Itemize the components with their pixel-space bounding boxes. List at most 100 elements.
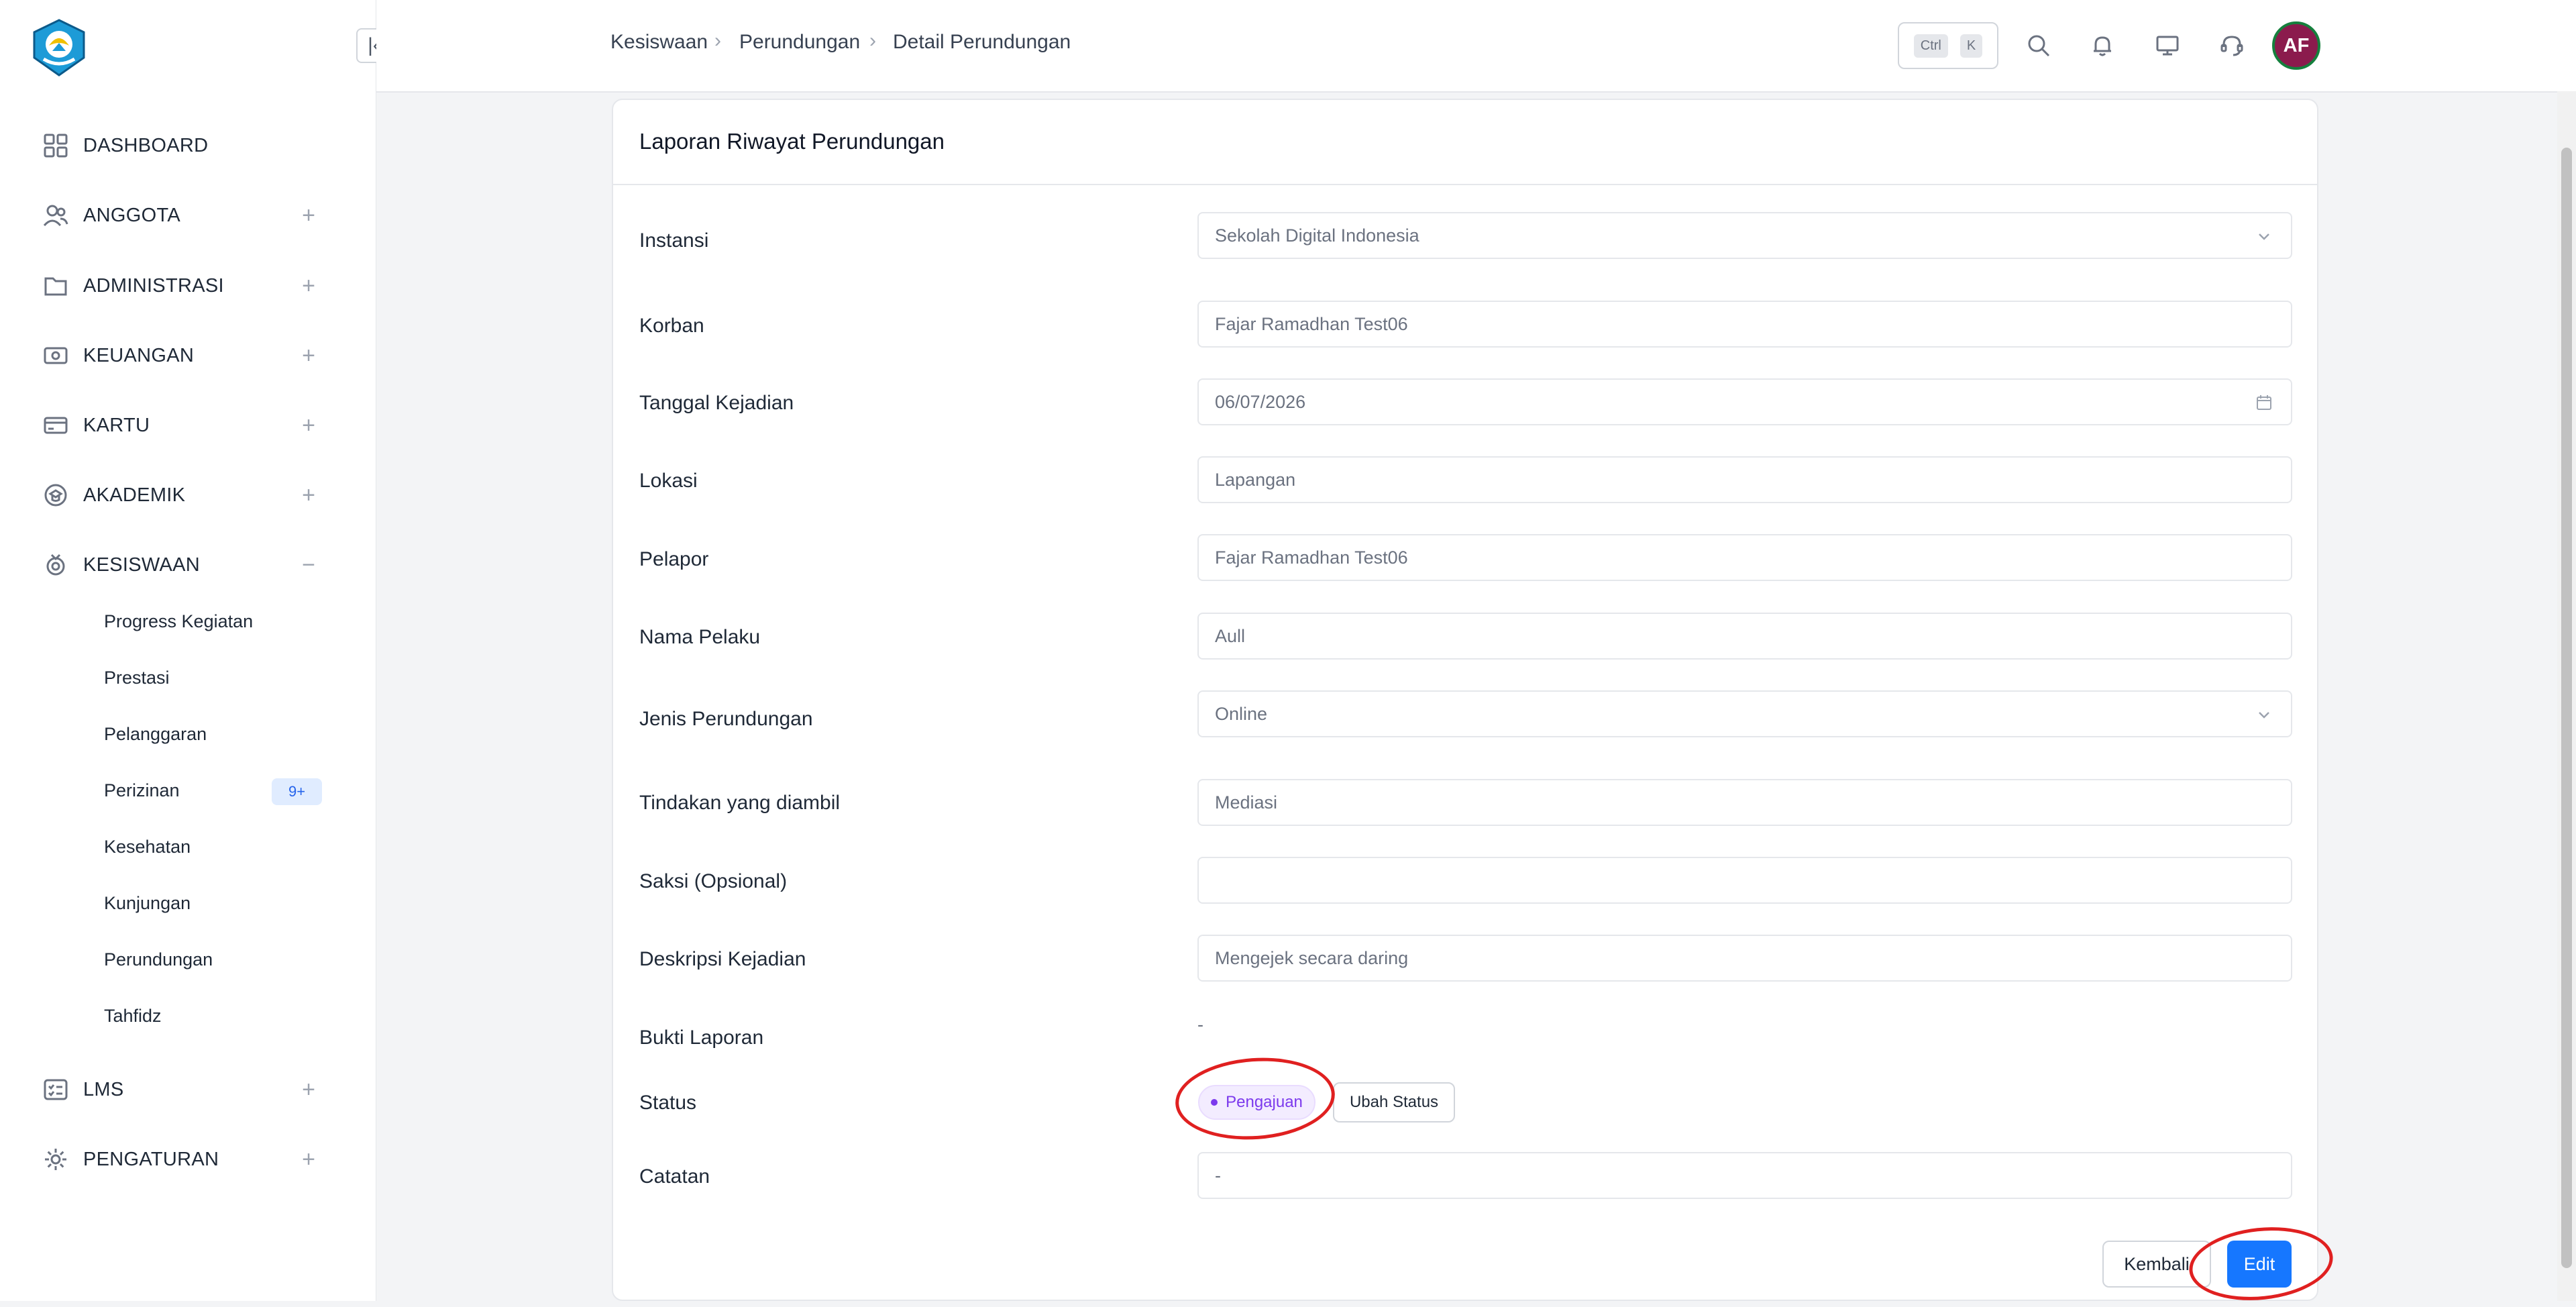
sidebar-item-keuangan[interactable]: KEUANGAN + [40, 335, 322, 376]
pelapor-value: Fajar Ramadhan Test06 [1215, 547, 1408, 568]
subitem-label: Perundungan [104, 949, 213, 970]
tindakan-field[interactable]: Mediasi [1197, 779, 2292, 826]
scrollbar-thumb[interactable] [2561, 148, 2572, 1268]
sidebar-item-label: LMS [83, 1078, 124, 1100]
plus-icon[interactable]: + [295, 273, 322, 299]
label-pelapor: Pelapor [639, 548, 709, 570]
subitem-label: Tahfidz [104, 1005, 162, 1026]
catatan-value: - [1215, 1165, 1221, 1186]
sidebar-item-anggota[interactable]: ANGGOTA + [40, 195, 322, 236]
sidebar-item-akademik[interactable]: AKADEMIK + [40, 475, 322, 515]
chevron-right-icon: › [714, 30, 721, 52]
label-nama-pelaku: Nama Pelaku [639, 626, 761, 648]
sidebar-item-lms[interactable]: LMS + [40, 1069, 322, 1110]
korban-field[interactable]: Fajar Ramadhan Test06 [1197, 301, 2292, 348]
medal-icon [40, 550, 71, 580]
change-status-button[interactable]: Ubah Status [1333, 1082, 1455, 1122]
label-jenis-perundungan: Jenis Perundungan [639, 708, 813, 730]
plus-icon[interactable]: + [295, 482, 322, 509]
notification-badge: 9+ [272, 778, 322, 805]
plus-icon[interactable]: + [295, 413, 322, 439]
chevron-right-icon: › [869, 30, 876, 52]
subitem-progress-kegiatan[interactable]: Progress Kegiatan [104, 605, 253, 638]
card-icon [40, 410, 71, 441]
breadcrumb-detail: Detail Perundungan [893, 31, 1071, 53]
sidebar-item-label: KARTU [83, 414, 150, 436]
sidebar-item-label: ANGGOTA [83, 204, 180, 226]
subitem-kunjungan[interactable]: Kunjungan [104, 886, 191, 920]
label-tanggal-kejadian: Tanggal Kejadian [639, 392, 794, 414]
monitor-icon[interactable] [2150, 28, 2185, 63]
support-headset-icon[interactable] [2214, 28, 2249, 63]
instansi-value: Sekolah Digital Indonesia [1215, 225, 1419, 246]
catatan-field[interactable]: - [1197, 1152, 2292, 1199]
kbd-k: K [1960, 34, 1983, 58]
subitem-kesehatan[interactable]: Kesehatan [104, 830, 191, 864]
chevron-down-icon [2251, 223, 2277, 250]
sidebar-item-pengaturan[interactable]: PENGATURAN + [40, 1139, 322, 1180]
label-status: Status [639, 1092, 697, 1114]
card-title: Laporan Riwayat Perundungan [639, 129, 945, 154]
subitem-prestasi[interactable]: Prestasi [104, 661, 170, 694]
label-catatan: Catatan [639, 1165, 710, 1188]
search-icon[interactable] [2021, 28, 2056, 63]
dashboard-grid-icon [40, 130, 71, 161]
label-bukti-laporan: Bukti Laporan [639, 1027, 764, 1049]
subitem-label: Kesehatan [104, 836, 191, 857]
lokasi-value: Lapangan [1215, 469, 1296, 490]
card-divider [613, 184, 2317, 185]
lokasi-field[interactable]: Lapangan [1197, 456, 2292, 503]
sidebar-item-label: PENGATURAN [83, 1148, 219, 1170]
sidebar-item-label: ADMINISTRASI [83, 274, 224, 297]
plus-icon[interactable]: + [295, 343, 322, 369]
bell-icon[interactable] [2085, 28, 2120, 63]
list-check-icon [40, 1074, 71, 1105]
sidebar-item-kartu[interactable]: KARTU + [40, 405, 322, 446]
tanggal-kejadian-value: 06/07/2026 [1215, 391, 1306, 412]
subitem-pelanggaran[interactable]: Pelanggaran [104, 717, 207, 751]
bukti-laporan-value: - [1197, 1014, 1203, 1035]
label-korban: Korban [639, 315, 704, 337]
sidebar-item-label: AKADEMIK [83, 484, 186, 506]
jenis-perundungan-select[interactable]: Online [1197, 690, 2292, 737]
tindakan-value: Mediasi [1215, 792, 1278, 813]
sidebar-item-label: KEUANGAN [83, 344, 195, 366]
gear-icon [40, 1144, 71, 1175]
label-instansi: Instansi [639, 229, 709, 252]
money-icon [40, 340, 71, 371]
jenis-perundungan-value: Online [1215, 703, 1268, 724]
korban-value: Fajar Ramadhan Test06 [1215, 313, 1408, 334]
sidebar-item-label: KESISWAAN [83, 554, 201, 576]
nama-pelaku-field[interactable]: Aull [1197, 613, 2292, 660]
subitem-label: Pelanggaran [104, 723, 207, 744]
saksi-field[interactable] [1197, 857, 2292, 904]
plus-icon[interactable]: + [295, 1077, 322, 1103]
label-tindakan: Tindakan yang diambil [639, 792, 841, 814]
instansi-select[interactable]: Sekolah Digital Indonesia [1197, 212, 2292, 259]
breadcrumb-perundungan[interactable]: Perundungan [739, 31, 860, 54]
plus-icon[interactable]: + [295, 203, 322, 229]
plus-icon[interactable]: + [295, 1147, 322, 1173]
sidebar-item-label: DASHBOARD [83, 134, 209, 156]
breadcrumb-kesiswaan[interactable]: Kesiswaan [610, 31, 708, 54]
user-avatar[interactable]: AF [2272, 21, 2320, 70]
subitem-label: Prestasi [104, 667, 170, 688]
sidebar-item-dashboard[interactable]: DASHBOARD [40, 125, 322, 166]
subitem-perundungan[interactable]: Perundungan [104, 943, 213, 976]
subitem-label: Kunjungan [104, 892, 191, 913]
pelapor-field[interactable]: Fajar Ramadhan Test06 [1197, 534, 2292, 581]
minus-icon[interactable]: − [295, 552, 322, 578]
label-deskripsi: Deskripsi Kejadian [639, 948, 806, 970]
command-search-shortcut[interactable]: Ctrl K [1898, 22, 1998, 69]
sidebar-item-administrasi[interactable]: ADMINISTRASI + [40, 266, 322, 306]
subitem-perizinan[interactable]: Perizinan [104, 774, 180, 807]
chevron-down-icon [2251, 701, 2277, 728]
subitem-label: Perizinan [104, 780, 180, 800]
nama-pelaku-value: Aull [1215, 625, 1246, 646]
sidebar-item-kesiswaan[interactable]: KESISWAAN − [40, 545, 322, 585]
subitem-tahfidz[interactable]: Tahfidz [104, 999, 162, 1033]
folder-icon [40, 270, 71, 301]
tanggal-kejadian-field[interactable]: 06/07/2026 [1197, 378, 2292, 425]
deskripsi-field[interactable]: Mengejek secara daring [1197, 935, 2292, 982]
tut-wuri-handayani-logo [29, 17, 89, 78]
